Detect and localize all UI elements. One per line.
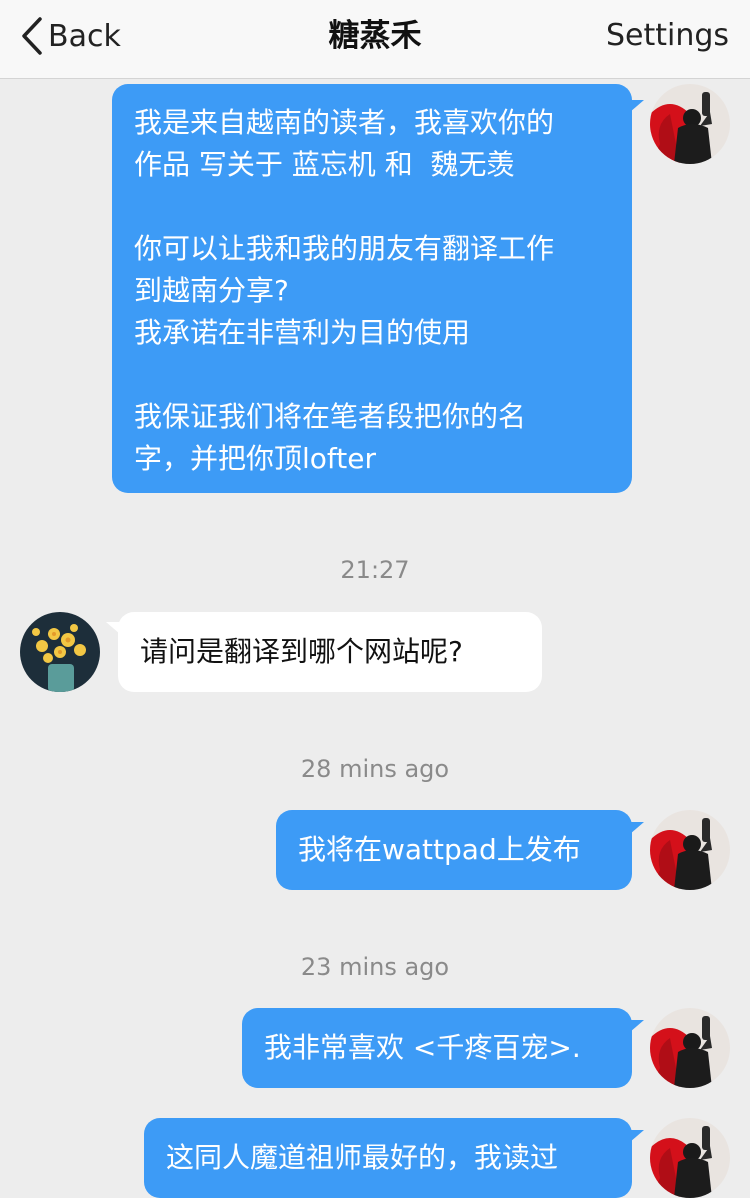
message-text: 你可以让我和我的朋友有翻译工作 到越南分享? 我承诺在非营利为目的使用 <box>134 232 555 349</box>
bubble-tail <box>630 822 644 834</box>
self-avatar[interactable] <box>650 84 730 164</box>
message-text: 我保证我们将在笔者段把你的名 字，并把你顶lofter <box>134 400 527 475</box>
back-label: Back <box>48 18 121 54</box>
message-text: 我非常喜欢 <千疼百宠>. <box>264 1031 581 1064</box>
timestamp: 23 mins ago <box>300 953 450 981</box>
flowers-icon <box>20 612 100 692</box>
person-icon <box>650 810 730 890</box>
self-avatar[interactable] <box>650 1008 730 1088</box>
back-button[interactable]: Back <box>20 14 121 58</box>
message-text: 我是来自越南的读者，我喜欢你的 作品 写关于 蓝忘机 和 魏无羡 <box>134 106 555 181</box>
settings-button[interactable]: Settings <box>606 14 729 58</box>
message-text: 我将在wattpad上发布 <box>298 833 581 866</box>
person-icon <box>650 1118 730 1198</box>
person-icon <box>650 1008 730 1088</box>
self-avatar[interactable] <box>650 1118 730 1198</box>
bubble-tail <box>630 1130 644 1142</box>
chat-screen: Back 糖蒸禾 Settings 我是来自越南的读者，我喜欢你的 作品 写关于… <box>0 0 750 1198</box>
message-text: 这同人魔道祖师最好的，我读过 <box>166 1141 559 1174</box>
message-text: 请问是翻译到哪个网站呢? <box>140 635 463 668</box>
message-bubble-outgoing[interactable]: 我非常喜欢 <千疼百宠>. <box>242 1008 632 1088</box>
message-bubble-outgoing[interactable]: 我是来自越南的读者，我喜欢你的 作品 写关于 蓝忘机 和 魏无羡 你可以让我和我… <box>112 84 632 493</box>
timestamp: 28 mins ago <box>300 755 450 783</box>
navigation-bar: Back 糖蒸禾 Settings <box>0 0 750 79</box>
message-bubble-outgoing[interactable]: 我将在wattpad上发布 <box>276 810 632 890</box>
chevron-left-icon <box>20 15 44 57</box>
timestamp: 21:27 <box>340 556 410 584</box>
person-icon <box>650 84 730 164</box>
contact-avatar[interactable] <box>20 612 100 692</box>
bubble-tail <box>630 100 644 112</box>
message-bubble-outgoing[interactable]: 这同人魔道祖师最好的，我读过 <box>144 1118 632 1198</box>
self-avatar[interactable] <box>650 810 730 890</box>
bubble-tail <box>630 1020 644 1032</box>
message-bubble-incoming[interactable]: 请问是翻译到哪个网站呢? <box>118 612 542 692</box>
